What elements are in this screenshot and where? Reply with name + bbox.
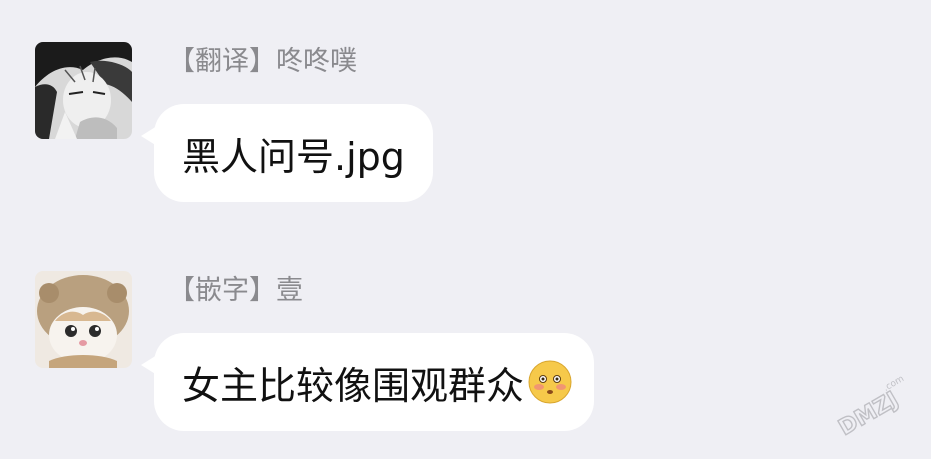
flushed-face-emoji-icon [528,360,572,404]
manga-boy-avatar-image [35,42,132,139]
message-text: 黑人问号.jpg [182,134,405,179]
message-bubble[interactable]: 黑人问号.jpg [154,104,433,202]
chat-message-1: 【翻译】咚咚噗 黑人问号.jpg [35,42,915,212]
sender-name: 【翻译】咚咚噗 [168,46,357,77]
message-bubble[interactable]: 女主比较像围观群众 [154,333,595,431]
message-text: 女主比较像围观群众 [182,363,525,408]
sender-name: 【嵌字】壹 [168,275,303,306]
avatar[interactable] [35,42,132,139]
avatar[interactable] [35,271,132,368]
chat-message-2: 【嵌字】壹 女主比较像围观群众 [35,271,915,441]
cat-avatar-image [35,271,132,368]
dmzj-watermark-logo: DMZJ .com [834,374,906,442]
svg-text:.com: .com [882,374,906,394]
svg-text:DMZJ: DMZJ [835,387,903,441]
